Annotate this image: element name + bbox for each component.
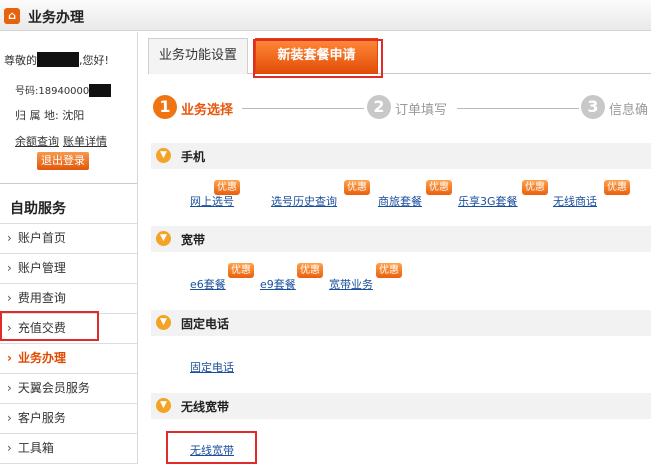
sidebar: 尊敬的 ,您好! 号码:18940000 归 属 地: 沈阳 余额查询 账单详情 退… [0, 32, 138, 464]
nav-item-business[interactable]: › 业务办理 [0, 344, 137, 374]
logout-button[interactable]: 退出登录 [37, 152, 89, 170]
nav-item-account-home[interactable]: › 账户首页 [0, 224, 137, 254]
nav-item-customer-service[interactable]: › 客户服务 [0, 404, 137, 434]
discount-badge: 优惠 [214, 180, 240, 195]
step-3-number: 3 [581, 95, 605, 119]
section-landline[interactable]: ▼ 固定电话 [151, 310, 651, 336]
highlight-box-nav [0, 311, 99, 341]
greeting-prefix: 尊敬的 [4, 54, 37, 67]
step-connector [457, 108, 579, 109]
phone-label: 号码: [15, 86, 39, 97]
nav-item-label: 账户首页 [17, 231, 66, 245]
link-e9-package[interactable]: e9套餐 [260, 276, 296, 292]
progress-steps: 1 业务选择 2 订单填写 3 信息确 [148, 90, 651, 130]
phone-value: 18940000 [38, 86, 90, 97]
page-title: 业务办理 [28, 10, 84, 26]
nav-heading: 自助服务 [10, 201, 66, 217]
nav-item-toolbox[interactable]: › 工具箱 [0, 434, 137, 464]
discount-badge: 优惠 [376, 263, 402, 278]
phone-number: 号码:18940000 [15, 82, 112, 97]
link-wireless-business[interactable]: 无线商话 [553, 193, 597, 209]
discount-badge: 优惠 [228, 263, 254, 278]
link-broadband-business[interactable]: 宽带业务 [329, 276, 373, 292]
step-1-label: 业务选择 [181, 103, 234, 118]
chevron-right-icon: › [7, 291, 12, 305]
tab-bar: 业务功能设置 新装套餐申请 [148, 38, 651, 74]
masked-name [37, 52, 79, 67]
chevron-right-icon: › [7, 351, 12, 365]
link-e6-package[interactable]: e6套餐 [190, 276, 226, 292]
step-2-number: 2 [367, 95, 391, 119]
discount-badge: 优惠 [604, 180, 630, 195]
chevron-right-icon: › [7, 381, 12, 395]
tab-function-settings[interactable]: 业务功能设置 [148, 38, 248, 74]
section-label: 固定电话 [181, 317, 230, 331]
nav-item-account-manage[interactable]: › 账户管理 [0, 254, 137, 284]
region-label: 归 属 地: [15, 109, 59, 122]
nav-item-label: 工具箱 [17, 441, 54, 455]
masked-phone [89, 84, 112, 97]
discount-badge: 优惠 [522, 180, 548, 195]
step-1-number: 1 [153, 95, 177, 119]
chevron-right-icon: › [7, 441, 12, 455]
chevron-right-icon: › [7, 261, 12, 275]
section-label: 宽带 [181, 233, 206, 247]
link-number-history[interactable]: 选号历史查询 [271, 193, 337, 209]
chevron-down-icon: ▼ [156, 315, 171, 330]
highlight-box-wireless [166, 431, 257, 464]
chevron-right-icon: › [7, 231, 12, 245]
region: 归 属 地: 沈阳 [15, 107, 84, 123]
nav-item-label: 账户管理 [17, 261, 66, 275]
account-links: 余额查询 账单详情 [15, 133, 111, 149]
chevron-down-icon: ▼ [156, 148, 171, 163]
nav-list: › 账户首页 › 账户管理 › 费用查询 › 充值交费 › 业务办理 › 天翼会员服务 › 客… [0, 223, 137, 464]
nav-item-label: 天翼会员服务 [17, 381, 90, 395]
home-icon: ⌂ [4, 8, 20, 24]
region-value: 沈阳 [62, 109, 85, 122]
link-business-travel[interactable]: 商旅套餐 [378, 193, 422, 209]
greeting: 尊敬的 ,您好! [4, 52, 109, 68]
discount-badge: 优惠 [297, 263, 323, 278]
link-3g-package[interactable]: 乐享3G套餐 [458, 193, 518, 209]
section-broadband[interactable]: ▼ 宽带 [151, 226, 651, 252]
discount-badge: 优惠 [344, 180, 370, 195]
chevron-right-icon: › [7, 411, 12, 425]
user-info-box: 尊敬的 ,您好! 号码:18940000 归 属 地: 沈阳 余额查询 账单详情 退… [0, 32, 137, 184]
bill-link[interactable]: 账单详情 [63, 135, 107, 148]
section-label: 无线宽带 [181, 400, 230, 414]
section-wireless-broadband[interactable]: ▼ 无线宽带 [151, 393, 651, 419]
chevron-down-icon: ▼ [156, 231, 171, 246]
chevron-down-icon: ▼ [156, 398, 171, 413]
step-2-label: 订单填写 [395, 103, 448, 118]
link-landline[interactable]: 固定电话 [190, 359, 234, 375]
title-bar: ⌂ 业务办理 [0, 0, 651, 31]
nav-item-label: 客户服务 [17, 411, 66, 425]
link-online-number[interactable]: 网上选号 [190, 193, 234, 209]
highlight-box-tab [253, 39, 383, 78]
section-label: 手机 [181, 150, 206, 164]
nav-item-member[interactable]: › 天翼会员服务 [0, 374, 137, 404]
nav-item-fee-query[interactable]: › 费用查询 [0, 284, 137, 314]
section-mobile[interactable]: ▼ 手机 [151, 143, 651, 169]
nav-item-label: 费用查询 [17, 291, 66, 305]
discount-badge: 优惠 [426, 180, 452, 195]
greeting-suffix: ,您好! [79, 54, 109, 67]
step-3-label: 信息确 [609, 103, 649, 118]
step-connector [242, 108, 364, 109]
nav-item-label: 业务办理 [17, 351, 66, 365]
balance-link[interactable]: 余额查询 [15, 135, 59, 148]
